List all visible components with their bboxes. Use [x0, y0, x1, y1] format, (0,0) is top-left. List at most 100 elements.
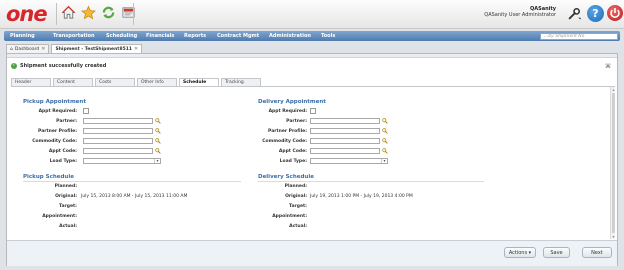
subtab-header[interactable]: Header — [11, 78, 51, 86]
collapse-icon[interactable]: ⌘ — [605, 63, 611, 70]
scrollbar-thumb[interactable] — [612, 93, 615, 233]
subtab-other-info[interactable]: Other Info — [137, 78, 177, 86]
pickup-target-label: Target: — [59, 204, 77, 209]
pickup-partner-label: Partner: — [56, 119, 77, 124]
favorites-star-icon[interactable] — [80, 4, 97, 21]
search-lookup-icon[interactable] — [155, 148, 161, 154]
nav-financials[interactable]: Financials — [146, 31, 174, 41]
delivery-schedule-title: Delivery Schedule — [258, 174, 314, 180]
tools-wrench-icon[interactable] — [567, 7, 581, 21]
user-role: QASanity User Administrator — [484, 12, 556, 18]
dashboard-home-icon: ⌂ — [10, 46, 13, 52]
search-lookup-icon[interactable] — [382, 148, 388, 154]
delivery-actual-label: Actual: — [289, 224, 307, 229]
close-icon[interactable]: ✕ — [41, 46, 45, 52]
tab-label: Shipment - TestShipment8511 — [55, 46, 132, 52]
nav-transportation[interactable]: Transportation — [53, 31, 95, 41]
actions-button[interactable]: Actions ▾ — [504, 247, 536, 258]
pickup-planned-label: Planned: — [54, 184, 77, 189]
subtab-costs[interactable]: Costs — [95, 78, 135, 86]
delivery-partner-profile-input[interactable] — [310, 128, 380, 134]
delivery-original-value: July 19, 2013 1:00 PM - July 19, 2013 4:… — [310, 194, 413, 199]
alerts-icon[interactable] — [120, 4, 137, 21]
nav-planning[interactable]: Planning — [10, 31, 35, 41]
success-check-icon: ✓ — [11, 63, 17, 69]
pickup-actual-label: Actual: — [59, 224, 77, 229]
search-lookup-icon[interactable] — [155, 138, 161, 144]
tab-label: Dashboard — [14, 46, 40, 52]
next-button[interactable]: Next — [582, 247, 612, 258]
delivery-target-label: Target: — [289, 204, 307, 209]
home-icon[interactable] — [60, 4, 77, 21]
pickup-appointment-title: Pickup Appointment — [23, 99, 86, 105]
delivery-planned-label: Planned: — [284, 184, 307, 189]
tab-shipment[interactable]: Shipment - TestShipment8511 ✕ — [51, 44, 143, 53]
app-logo[interactable]: one — [6, 2, 48, 26]
nav-reports[interactable]: Reports — [184, 31, 206, 41]
delivery-appointment-title: Delivery Appointment — [258, 99, 326, 105]
delivery-partner-input[interactable] — [310, 118, 380, 124]
pickup-partner-input[interactable] — [83, 118, 153, 124]
pickup-original-value: July 15, 2013 8:00 AM - July 15, 2013 11… — [81, 194, 188, 199]
search-lookup-icon[interactable] — [382, 118, 388, 124]
refresh-icon[interactable] — [100, 4, 117, 21]
chevron-down-icon: ▾ — [154, 159, 160, 163]
subtab-content[interactable]: Content — [53, 78, 93, 86]
shipment-panel: ✓ Shipment successfully created ⌘ Header… — [6, 53, 618, 266]
section-divider — [23, 181, 241, 182]
pickup-original-label: Original: — [55, 194, 77, 199]
header-divider — [56, 3, 57, 25]
pickup-appointment-label: Appointment: — [42, 214, 77, 219]
delivery-commodity-code-input[interactable] — [310, 138, 380, 144]
delivery-appt-required-checkbox[interactable] — [310, 108, 316, 114]
pickup-appt-code-input[interactable] — [83, 148, 153, 154]
delivery-original-label: Original: — [285, 194, 307, 199]
delivery-load-type-select[interactable]: ▾ — [310, 158, 388, 164]
save-button[interactable]: Save — [543, 247, 570, 258]
delivery-partner-label: Partner: — [286, 119, 307, 124]
delivery-appt-code-label: Appt Code: — [278, 149, 307, 154]
pickup-load-type-label: Load Type: — [49, 159, 77, 164]
logout-power-icon[interactable] — [607, 5, 623, 21]
pickup-load-type-select[interactable]: ▾ — [83, 158, 161, 164]
nav-administration[interactable]: Administration — [269, 31, 311, 41]
delivery-partner-profile-label: Partner Profile: — [268, 129, 307, 134]
search-lookup-icon[interactable] — [155, 128, 161, 134]
pickup-schedule-title: Pickup Schedule — [23, 174, 74, 180]
help-icon[interactable]: ? — [587, 5, 604, 22]
header-divider — [133, 3, 134, 25]
nav-tools[interactable]: Tools — [321, 31, 335, 41]
main-nav: Planning Transportation Scheduling Finan… — [4, 31, 620, 41]
delivery-appointment-label: Appointment: — [272, 214, 307, 219]
action-footer: Actions ▾ Save Next — [7, 240, 617, 266]
scroll-down-icon[interactable]: ▾ — [611, 234, 616, 239]
delivery-appt-required-label: Appt Required: — [268, 109, 307, 114]
search-lookup-icon[interactable] — [155, 118, 161, 124]
nav-contract-mgmt[interactable]: Contract Mgmt — [217, 31, 259, 41]
pickup-partner-profile-input[interactable] — [83, 128, 153, 134]
pickup-appt-required-checkbox[interactable] — [83, 108, 89, 114]
pickup-commodity-code-label: Commodity Code: — [32, 139, 77, 144]
search-lookup-icon[interactable] — [382, 138, 388, 144]
section-divider — [258, 181, 484, 182]
vertical-scrollbar[interactable]: ▴ ▾ — [610, 87, 615, 239]
panel-header-bar — [7, 54, 617, 58]
page-tab-strip: ⌂ Dashboard ✕ Shipment - TestShipment851… — [6, 44, 143, 53]
pickup-partner-profile-label: Partner Profile: — [38, 129, 77, 134]
close-icon[interactable]: ✕ — [134, 46, 138, 52]
delivery-appt-code-input[interactable] — [310, 148, 380, 154]
nav-scheduling[interactable]: Scheduling — [106, 31, 137, 41]
shipment-sub-tabs: Header Content Costs Other Info Schedule… — [11, 78, 263, 86]
success-message: ✓ Shipment successfully created — [11, 60, 613, 72]
shipment-search-input[interactable]: ...by Shipment No — [540, 33, 618, 40]
tab-dashboard[interactable]: ⌂ Dashboard ✕ — [6, 44, 50, 53]
delivery-load-type-label: Load Type: — [279, 159, 307, 164]
schedule-form: Pickup Appointment Appt Required: Partne… — [11, 87, 615, 239]
app-header: one QASanity QASanity User Administrator… — [0, 0, 624, 29]
scroll-up-icon[interactable]: ▴ — [611, 87, 616, 92]
subtab-tracking[interactable]: Tracking — [221, 78, 261, 86]
search-lookup-icon[interactable] — [382, 128, 388, 134]
subtab-schedule[interactable]: Schedule — [179, 78, 219, 86]
chevron-down-icon: ▾ — [381, 159, 387, 163]
pickup-commodity-code-input[interactable] — [83, 138, 153, 144]
